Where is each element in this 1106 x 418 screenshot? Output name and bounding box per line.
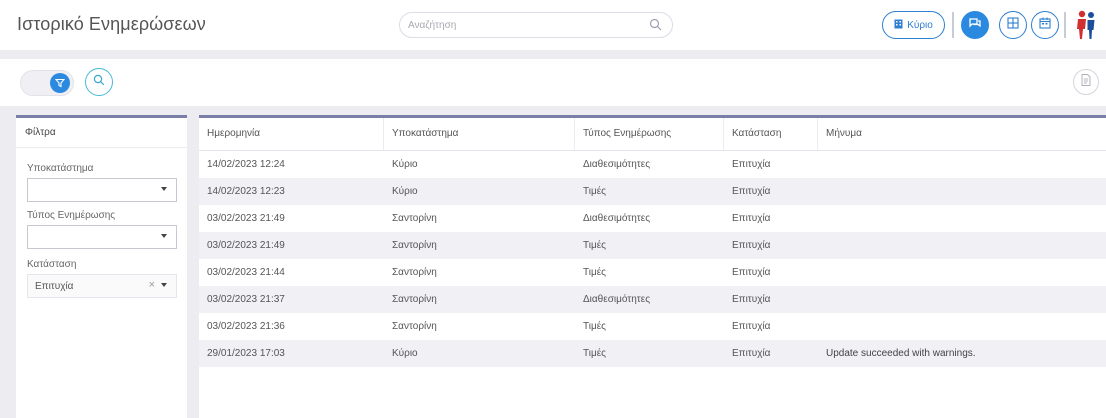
cell-branch: Σαντορίνη — [392, 294, 437, 305]
filter-icon — [50, 73, 70, 93]
cell-message — [818, 178, 1106, 205]
cell-date: 03/02/2023 21:49 — [207, 213, 285, 224]
cell-message — [818, 259, 1106, 286]
cell-update-type: Τιμές — [583, 186, 606, 197]
document-icon — [1081, 73, 1091, 91]
branch-filter-select[interactable] — [27, 178, 177, 202]
cell-update-type: Τιμές — [583, 240, 606, 251]
cell-update-type: Διαθεσιμότητες — [583, 213, 651, 224]
search-toggle-button[interactable] — [85, 68, 113, 96]
cell-message — [818, 205, 1106, 232]
page-title: Ιστορικό Ενημερώσεων — [17, 14, 206, 34]
grid-view-button[interactable] — [999, 11, 1027, 39]
branch-filter-label: Υποκατάστημα — [27, 163, 94, 174]
calendar-button[interactable] — [1031, 11, 1059, 39]
updates-table: Ημερομηνία Υποκατάστημα Τύπος Ενημέρωσης… — [199, 115, 1106, 418]
cell-update-type: Τιμές — [583, 321, 606, 332]
divider — [952, 12, 954, 38]
filter-toggle[interactable] — [20, 70, 74, 96]
branch-button[interactable]: Κύριο — [882, 11, 945, 39]
cell-date: 03/02/2023 21:44 — [207, 267, 285, 278]
cell-date: 14/02/2023 12:24 — [207, 159, 285, 170]
chevron-down-icon[interactable] — [161, 187, 167, 191]
cell-status: Επιτυχία — [732, 213, 771, 224]
table-row[interactable]: 03/02/2023 21:36 Σαντορίνη Τιμές Επιτυχί… — [199, 313, 1106, 340]
cell-update-type: Τιμές — [583, 348, 606, 359]
cell-status: Επιτυχία — [732, 240, 771, 251]
search-box[interactable] — [399, 12, 673, 38]
cell-message — [818, 313, 1106, 340]
cell-branch: Σαντορίνη — [392, 267, 437, 278]
search-input[interactable] — [408, 17, 638, 33]
grid-icon — [1007, 16, 1019, 34]
cell-message — [818, 151, 1106, 178]
chat-icon — [968, 16, 982, 34]
clear-icon[interactable]: × — [149, 279, 155, 291]
cell-date: 03/02/2023 21:49 — [207, 240, 285, 251]
cell-date: 03/02/2023 21:36 — [207, 321, 285, 332]
table-header: Ημερομηνία Υποκατάστημα Τύπος Ενημέρωσης… — [199, 118, 1106, 151]
cell-date: 03/02/2023 21:37 — [207, 294, 285, 305]
calendar-icon — [1039, 16, 1051, 34]
update-type-filter-label: Τύπος Ενημέρωσης — [27, 210, 116, 221]
cell-update-type: Διαθεσιμότητες — [583, 294, 651, 305]
toolbar — [0, 59, 1106, 106]
cell-status: Επιτυχία — [732, 294, 771, 305]
cell-message — [818, 286, 1106, 313]
cell-branch: Κύριο — [392, 348, 418, 359]
cell-branch: Σαντορίνη — [392, 213, 437, 224]
chat-button[interactable] — [961, 11, 989, 39]
search-icon[interactable] — [649, 18, 662, 36]
building-icon — [894, 19, 903, 32]
chevron-down-icon[interactable] — [161, 234, 167, 238]
table-row[interactable]: 03/02/2023 21:49 Σαντορίνη Τιμές Επιτυχί… — [199, 232, 1106, 259]
cell-update-type: Διαθεσιμότητες — [583, 159, 651, 170]
status-filter-value: Επιτυχία — [35, 281, 74, 292]
filters-title: Φίλτρα — [16, 118, 187, 148]
branch-button-label: Κύριο — [907, 19, 933, 31]
cell-message: Update succeeded with warnings. — [826, 348, 976, 359]
table-row[interactable]: 03/02/2023 21:37 Σαντορίνη Διαθεσιμότητε… — [199, 286, 1106, 313]
table-row[interactable]: 03/02/2023 21:49 Σαντορίνη Διαθεσιμότητε… — [199, 205, 1106, 232]
cell-status: Επιτυχία — [732, 159, 771, 170]
app-header: Ιστορικό Ενημερώσεων Κύριο — [0, 0, 1106, 50]
cell-branch: Σαντορίνη — [392, 240, 437, 251]
table-row[interactable]: 29/01/2023 17:03 Κύριο Τιμές Επιτυχία Up… — [199, 340, 1106, 367]
cell-message — [818, 232, 1106, 259]
cell-status: Επιτυχία — [732, 348, 771, 359]
filters-panel: Φίλτρα Υποκατάστημα Τύπος Ενημέρωσης Κατ… — [16, 115, 187, 418]
column-header-message[interactable]: Μήνυμα — [818, 118, 1106, 150]
status-filter-select[interactable]: Επιτυχία × — [27, 274, 177, 298]
table-row[interactable]: 14/02/2023 12:23 Κύριο Τιμές Επιτυχία — [199, 178, 1106, 205]
divider — [1064, 12, 1066, 38]
table-row[interactable]: 14/02/2023 12:24 Κύριο Διαθεσιμότητες Επ… — [199, 151, 1106, 178]
column-header-date[interactable]: Ημερομηνία — [199, 118, 384, 150]
status-filter-label: Κατάσταση — [27, 259, 77, 270]
update-type-filter-select[interactable] — [27, 225, 177, 249]
cell-branch: Κύριο — [392, 186, 418, 197]
logo-icon[interactable] — [1074, 9, 1098, 41]
search-icon — [93, 73, 105, 91]
cell-update-type: Τιμές — [583, 267, 606, 278]
column-header-status[interactable]: Κατάσταση — [724, 118, 818, 150]
cell-status: Επιτυχία — [732, 267, 771, 278]
cell-status: Επιτυχία — [732, 186, 771, 197]
chevron-down-icon[interactable] — [161, 283, 167, 287]
column-header-branch[interactable]: Υποκατάστημα — [384, 118, 575, 150]
cell-date: 14/02/2023 12:23 — [207, 186, 285, 197]
cell-branch: Σαντορίνη — [392, 321, 437, 332]
export-button[interactable] — [1073, 69, 1099, 95]
cell-status: Επιτυχία — [732, 321, 771, 332]
cell-branch: Κύριο — [392, 159, 418, 170]
column-header-update-type[interactable]: Τύπος Ενημέρωσης — [575, 118, 724, 150]
cell-date: 29/01/2023 17:03 — [207, 348, 285, 359]
table-row[interactable]: 03/02/2023 21:44 Σαντορίνη Τιμές Επιτυχί… — [199, 259, 1106, 286]
